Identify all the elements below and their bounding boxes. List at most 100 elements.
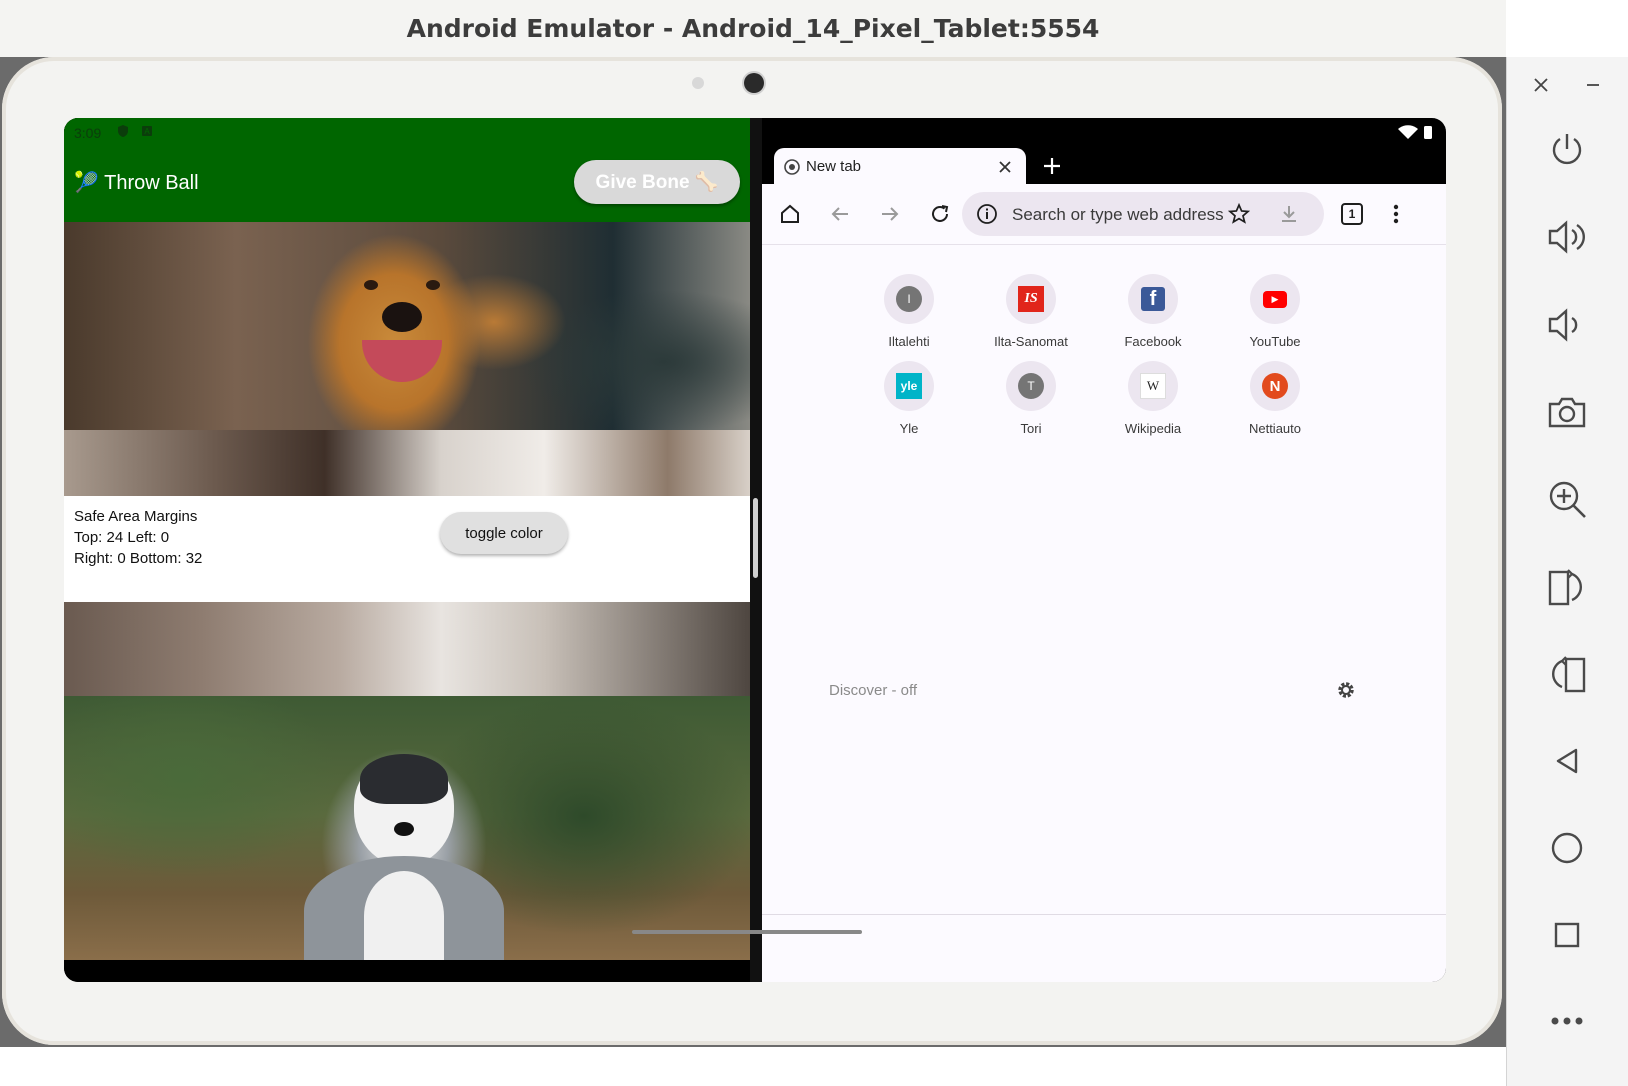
new-tab-icon[interactable]: [1042, 156, 1062, 176]
shortcut-label: YouTube: [1249, 334, 1301, 349]
shortcut-label: Wikipedia: [1124, 421, 1182, 436]
reload-icon: [932, 205, 949, 222]
emulator-title-bar: Android Emulator - Android_14_Pixel_Tabl…: [0, 0, 1506, 58]
zoom-button[interactable]: [1539, 471, 1595, 527]
youtube-glyph: ▶: [1271, 293, 1279, 304]
volume-down-button[interactable]: [1539, 297, 1595, 353]
close-icon[interactable]: [998, 160, 1012, 174]
close-icon[interactable]: [1533, 77, 1549, 93]
status-time: 3:09: [74, 125, 102, 141]
shortcut-yle[interactable]: yle Yle: [854, 361, 964, 436]
shortcut-youtube[interactable]: ▶ YouTube: [1220, 274, 1330, 349]
volume-up-button[interactable]: [1539, 209, 1595, 265]
arrow-left-icon: [831, 207, 848, 221]
tab-strip: New tab: [762, 118, 1446, 186]
volume-down-icon: [1548, 308, 1578, 342]
triangle-back-icon: [1556, 748, 1578, 774]
tori-tile-icon: T: [1006, 361, 1056, 411]
tab-title: New tab: [806, 158, 862, 175]
omnibox[interactable]: Search or type web address: [962, 192, 1324, 236]
facebook-icon: f: [1141, 287, 1165, 311]
circle-home-icon: [1551, 832, 1583, 864]
facebook-glyph: f: [1149, 288, 1157, 310]
home-icon: [781, 204, 799, 223]
husky-mask: [360, 754, 448, 804]
tab-switcher-button[interactable]: 1: [1336, 198, 1368, 230]
back-nav-button[interactable]: [1539, 733, 1595, 789]
nettiauto-icon: N: [1262, 373, 1288, 399]
shortcut-tori[interactable]: T Tori: [976, 361, 1086, 436]
husky-nose: [394, 822, 414, 836]
star-icon[interactable]: [1228, 203, 1250, 225]
arrow-right-icon: [882, 207, 899, 221]
browser-toolbar: Search or type web address 1: [762, 184, 1446, 245]
download-icon[interactable]: [1278, 203, 1300, 225]
shortcut-iltalehti[interactable]: I Iltalehti: [854, 274, 964, 349]
tab-new-tab[interactable]: New tab: [774, 148, 1026, 186]
power-icon: [1552, 134, 1582, 165]
shortcut-wikipedia[interactable]: W Wikipedia: [1098, 361, 1208, 436]
rotate-left-button[interactable]: [1539, 646, 1595, 702]
husky-puppy-photo: [64, 696, 750, 960]
rotate-right-button[interactable]: [1539, 559, 1595, 615]
tab-count: 1: [1348, 207, 1356, 221]
tori-glyph: T: [1027, 379, 1035, 393]
shortcut-ilta-sanomat[interactable]: IS Ilta-Sanomat: [976, 274, 1086, 349]
give-bone-button[interactable]: Give Bone 🦴: [574, 160, 740, 204]
menu-button[interactable]: [1380, 198, 1412, 230]
wikipedia-glyph: W: [1146, 378, 1160, 393]
dog-app-pane: 3:09 A 🎾 Throw Ball Give Bone 🦴 Safe Are…: [64, 118, 750, 982]
info-icon[interactable]: [976, 203, 998, 225]
shortcut-label: Nettiauto: [1248, 421, 1302, 436]
shield-icon: [118, 125, 128, 137]
omnibox-placeholder: Search or type web address: [1012, 205, 1224, 224]
safe-area-top-left: Top: 24 Left: 0: [74, 529, 170, 546]
wikipedia-icon: W: [1140, 373, 1166, 399]
yle-tile-icon: yle: [884, 361, 934, 411]
forward-button[interactable]: [874, 198, 906, 230]
dog-mouth: [362, 340, 442, 382]
ilta-sanomat-icon: IS: [1018, 286, 1044, 312]
dog-eye-right: [426, 280, 440, 290]
shortcut-label: Facebook: [1124, 334, 1182, 349]
wifi-battery-icon: [1398, 125, 1432, 139]
home-button[interactable]: [774, 198, 806, 230]
gesture-nav-bar[interactable]: [632, 930, 862, 934]
home-nav-button[interactable]: [1539, 820, 1595, 876]
shortcut-facebook[interactable]: f Facebook: [1098, 274, 1208, 349]
shortcut-nettiauto[interactable]: N Nettiauto: [1220, 361, 1330, 436]
browser-pane: New tab Search or type web address 1 I I…: [762, 118, 1446, 982]
power-button[interactable]: [1539, 122, 1595, 178]
shortcut-label: Tori: [1020, 421, 1042, 436]
screenshot-button[interactable]: [1539, 384, 1595, 440]
golden-retriever-photo: [64, 222, 750, 430]
emulator-controls: [1506, 57, 1628, 1086]
back-button[interactable]: [824, 198, 856, 230]
more-button[interactable]: [1539, 993, 1595, 1049]
tori-icon: T: [1018, 373, 1044, 399]
ilta-sanomat-glyph: IS: [1024, 291, 1038, 306]
overview-nav-button[interactable]: [1539, 907, 1595, 963]
tab-count-badge: 1: [1341, 203, 1363, 225]
facebook-tile-icon: f: [1128, 274, 1178, 324]
safe-area-right-bottom: Right: 0 Bottom: 32: [74, 550, 203, 567]
gear-icon[interactable]: [1336, 680, 1356, 700]
yle-icon: yle: [896, 373, 922, 399]
minimize-icon[interactable]: [1585, 77, 1601, 93]
toggle-color-button[interactable]: toggle color: [440, 512, 568, 554]
nettiauto-tile-icon: N: [1250, 361, 1300, 411]
ilta-sanomat-tile-icon: IS: [1006, 274, 1056, 324]
rotate-left-icon: [1552, 656, 1586, 693]
iltalehti-icon: I: [896, 286, 922, 312]
dog-photo-strip: [64, 430, 750, 496]
sensor-dot: [692, 77, 704, 89]
safe-area-card: Safe Area Margins Top: 24 Left: 0 Right:…: [64, 496, 750, 602]
safe-area-text: Safe Area Margins Top: 24 Left: 0 Right:…: [74, 506, 202, 569]
split-screen-handle[interactable]: [753, 498, 758, 578]
nettiauto-glyph: N: [1269, 377, 1281, 395]
safe-area-title: Safe Area Margins: [74, 508, 198, 525]
throw-ball-button[interactable]: 🎾 Throw Ball: [74, 170, 199, 195]
shortcut-label: Ilta-Sanomat: [994, 334, 1068, 349]
reload-button[interactable]: [924, 198, 956, 230]
yle-glyph: yle: [900, 379, 918, 393]
